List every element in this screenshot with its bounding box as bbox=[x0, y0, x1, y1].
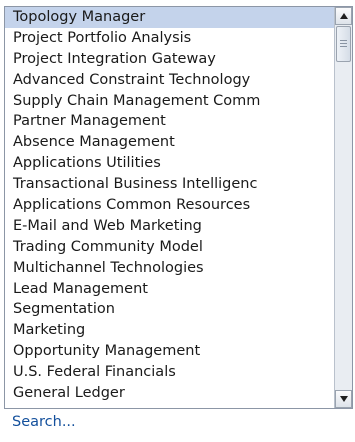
list-item[interactable]: Project Integration Gateway bbox=[5, 49, 335, 70]
list-item[interactable]: Applications Utilities bbox=[5, 153, 335, 174]
list-item[interactable]: Transactional Business Intelligenc bbox=[5, 174, 335, 195]
list-item[interactable]: Marketing bbox=[5, 320, 335, 341]
application-listbox[interactable]: Topology Manager Project Portfolio Analy… bbox=[4, 6, 353, 409]
list-item[interactable]: E-Mail and Web Marketing bbox=[5, 216, 335, 237]
search-link[interactable]: Search... bbox=[12, 410, 76, 434]
list-item[interactable]: Segmentation bbox=[5, 299, 335, 320]
list-item[interactable]: Multichannel Technologies bbox=[5, 258, 335, 279]
application-list: Topology Manager Project Portfolio Analy… bbox=[5, 7, 335, 408]
scrollbar-thumb[interactable] bbox=[336, 26, 351, 62]
list-item[interactable]: Opportunity Management bbox=[5, 341, 335, 362]
scroll-up-button[interactable] bbox=[335, 7, 352, 25]
vertical-scrollbar[interactable] bbox=[334, 7, 352, 408]
list-item[interactable]: Project Portfolio Analysis bbox=[5, 28, 335, 49]
thumb-grip-line bbox=[340, 46, 347, 47]
list-item[interactable]: General Ledger bbox=[5, 383, 335, 404]
list-item[interactable]: Absence Management bbox=[5, 132, 335, 153]
list-item[interactable]: Lead Management bbox=[5, 279, 335, 300]
list-item[interactable]: Supply Chain Management Comm bbox=[5, 91, 335, 112]
thumb-grip-line bbox=[340, 43, 347, 44]
scroll-down-button[interactable] bbox=[335, 390, 352, 408]
list-item[interactable]: Advanced Constraint Technology bbox=[5, 70, 335, 91]
list-item[interactable]: Partner Management bbox=[5, 111, 335, 132]
application-dropdown: Topology Manager Project Portfolio Analy… bbox=[0, 0, 355, 442]
list-item[interactable]: Trading Community Model bbox=[5, 237, 335, 258]
scroll-down-arrow-icon bbox=[340, 396, 348, 402]
thumb-grip-line bbox=[340, 40, 347, 41]
list-item[interactable]: Applications Common Resources bbox=[5, 195, 335, 216]
list-item[interactable]: U.S. Federal Financials bbox=[5, 362, 335, 383]
list-item[interactable]: Topology Manager bbox=[5, 7, 335, 28]
scroll-up-arrow-icon bbox=[340, 13, 348, 19]
